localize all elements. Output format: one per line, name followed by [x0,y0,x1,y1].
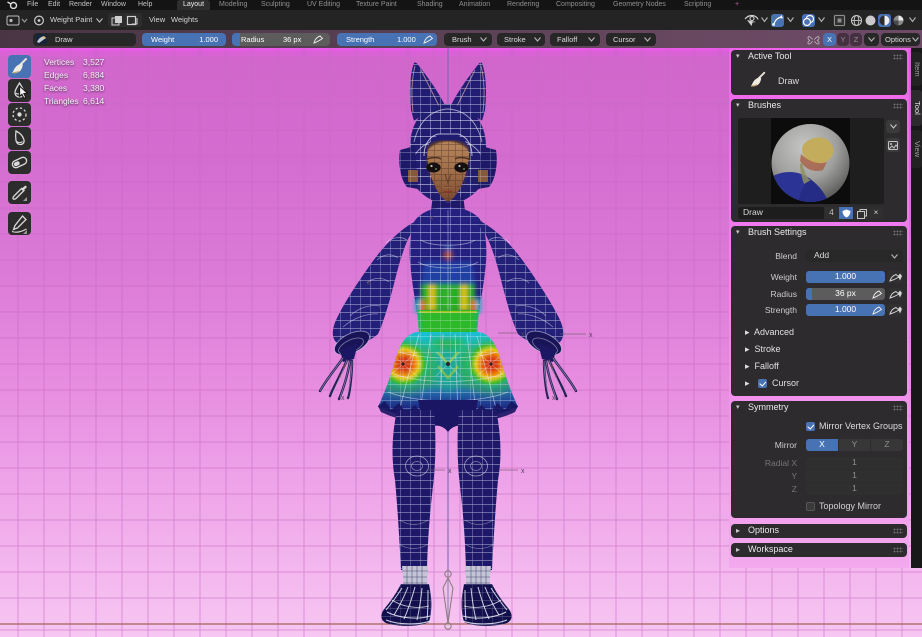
svg-text:x: x [448,468,452,475]
svg-text:x: x [552,395,556,402]
svg-text:x: x [367,280,371,287]
svg-text:x: x [589,332,593,339]
svg-text:x: x [521,331,525,338]
svg-text:x: x [521,468,525,475]
svg-text:x: x [341,395,345,402]
svg-text:x: x [430,215,434,222]
